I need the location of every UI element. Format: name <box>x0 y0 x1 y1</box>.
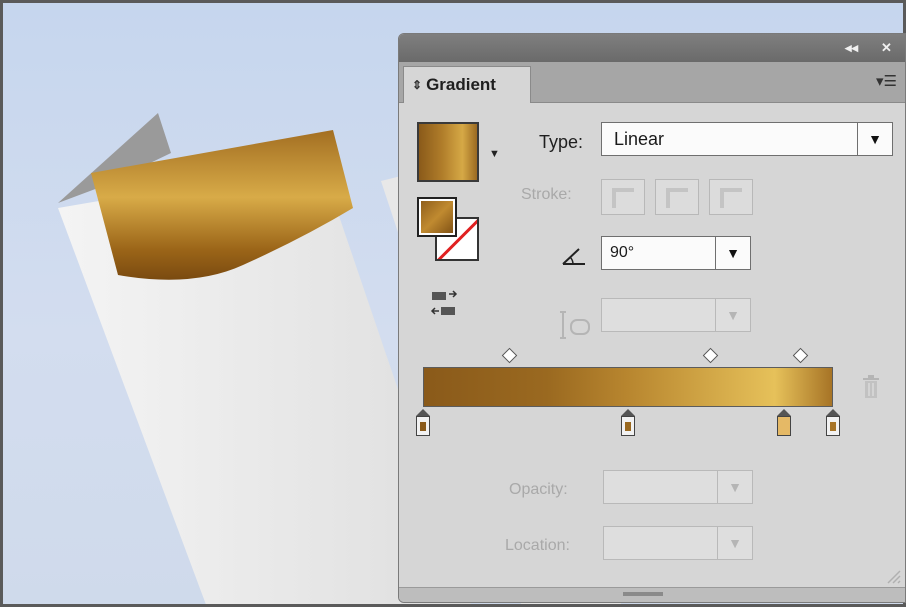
dropdown-arrow-icon[interactable]: ▼ <box>717 527 752 559</box>
stroke-within-button[interactable] <box>601 179 645 215</box>
type-value: Linear <box>614 128 665 149</box>
stroke-label: Stroke: <box>521 186 572 203</box>
type-label: Type: <box>539 132 584 152</box>
tab-label: Gradient <box>426 75 496 94</box>
dropdown-arrow-icon[interactable]: ▼ <box>715 299 750 331</box>
collapse-panel-icon[interactable]: ◂◂ <box>845 40 858 56</box>
panel-menu-icon[interactable]: ▾☰ <box>876 72 897 90</box>
opacity-field[interactable]: ▼ <box>603 470 753 504</box>
gradient-stop[interactable] <box>416 409 430 439</box>
location-label: Location: <box>505 537 570 554</box>
resize-corner-icon[interactable] <box>885 568 901 584</box>
panel-tab-row: ⇕ Gradient ▾☰ <box>399 62 905 103</box>
panel-titlebar[interactable]: ◂◂ ✕ <box>399 34 905 62</box>
dropdown-arrow-icon[interactable]: ▼ <box>857 123 892 155</box>
stroke-along-icon <box>666 188 688 208</box>
angle-field[interactable]: 90° ▼ <box>601 236 751 270</box>
reverse-gradient-icon[interactable] <box>429 289 459 319</box>
fill-swatch[interactable] <box>417 197 457 237</box>
gradient-midpoint[interactable] <box>501 347 518 364</box>
gradient-swatch[interactable] <box>417 122 479 182</box>
location-field[interactable]: ▼ <box>603 526 753 560</box>
stroke-across-icon <box>720 188 742 208</box>
aspect-ratio-field[interactable]: ▼ <box>601 298 751 332</box>
gradient-slider[interactable] <box>423 367 833 407</box>
angle-value: 90° <box>610 244 635 261</box>
stroke-across-button[interactable] <box>709 179 753 215</box>
updown-icon: ⇕ <box>412 78 423 92</box>
opacity-label: Opacity: <box>509 481 568 498</box>
dropdown-arrow-icon[interactable]: ▼ <box>715 237 750 269</box>
aspect-ratio-icon <box>560 311 590 339</box>
gradient-panel: ◂◂ ✕ ⇕ Gradient ▾☰ ▼ Type: Linear ▼ Stro… <box>398 33 906 603</box>
panel-resize-bar[interactable] <box>399 587 905 602</box>
tab-gradient[interactable]: ⇕ Gradient <box>403 66 531 103</box>
angle-icon <box>562 248 585 265</box>
gradient-stop[interactable] <box>776 409 791 439</box>
stroke-within-icon <box>612 188 634 208</box>
swatch-dropdown-icon[interactable]: ▼ <box>489 148 500 160</box>
resize-grip <box>623 592 663 596</box>
fill-stroke-swatches[interactable] <box>417 197 487 267</box>
gradient-stop[interactable] <box>826 409 840 439</box>
gradient-midpoint[interactable] <box>792 347 809 364</box>
delete-stop-icon[interactable] <box>861 374 881 400</box>
type-select[interactable]: Linear ▼ <box>601 122 893 156</box>
stroke-along-button[interactable] <box>655 179 699 215</box>
close-panel-icon[interactable]: ✕ <box>881 40 892 56</box>
gradient-stop[interactable] <box>621 409 635 439</box>
gradient-midpoint[interactable] <box>702 347 719 364</box>
dropdown-arrow-icon[interactable]: ▼ <box>717 471 752 503</box>
